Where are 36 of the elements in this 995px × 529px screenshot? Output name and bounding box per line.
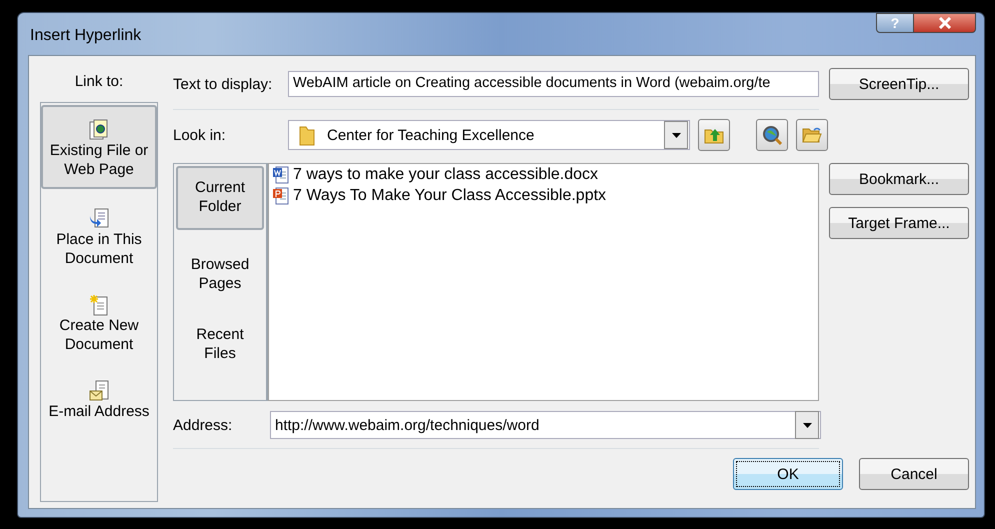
new-document-icon <box>89 294 109 316</box>
link-to-item[interactable]: Place in This Document <box>41 201 157 275</box>
close-button[interactable] <box>914 13 976 33</box>
browse-tab[interactable]: Current Folder <box>176 166 264 230</box>
browse-file-button[interactable] <box>796 119 828 151</box>
link-to-item[interactable]: Create New Document <box>41 287 157 361</box>
link-to-label: Link to: <box>74 73 124 90</box>
browse-tab[interactable]: Browsed Pages <box>176 248 264 300</box>
folder-icon <box>299 124 315 146</box>
powerpoint-document-icon <box>273 186 289 204</box>
window-title: Insert Hyperlink <box>30 26 142 45</box>
browse-tab[interactable]: Recent Files <box>176 318 264 370</box>
ok-button[interactable]: OK <box>733 458 843 490</box>
up-folder-button[interactable] <box>698 119 730 151</box>
text-to-display-label: Text to display: <box>173 76 274 92</box>
address-field[interactable]: http://www.webaim.org/techniques/word <box>270 411 821 439</box>
address-label: Address: <box>173 416 234 434</box>
screentip-button[interactable]: ScreenTip... <box>829 68 969 100</box>
globe-search-icon <box>762 125 782 145</box>
email-document-icon <box>89 380 109 402</box>
close-icon <box>938 17 952 29</box>
text-to-display-field[interactable]: WebAIM article on Creating accessible documents in Word (webaim.org/te <box>288 71 819 97</box>
web-page-icon <box>89 119 109 141</box>
look-in-dropdown[interactable]: Center for Teaching Excellence <box>288 120 690 150</box>
open-folder-icon <box>802 126 822 144</box>
look-in-label: Look in: <box>173 126 227 144</box>
link-to-item[interactable]: Existing File or Web Page <box>41 105 157 189</box>
browse-web-button[interactable] <box>756 119 788 151</box>
word-document-icon <box>273 166 289 184</box>
link-to-item[interactable]: E-mail Address <box>41 373 157 428</box>
target-frame-button[interactable]: Target Frame... <box>829 207 969 239</box>
file-name[interactable]: 7 ways to make your class accessible.docx <box>293 166 598 184</box>
cancel-button[interactable]: Cancel <box>859 458 969 490</box>
file-name[interactable]: 7 Ways To Make Your Class Accessible.pptx <box>293 186 606 204</box>
bookmark-button[interactable]: Bookmark... <box>829 163 969 195</box>
document-arrow-icon <box>89 208 109 230</box>
